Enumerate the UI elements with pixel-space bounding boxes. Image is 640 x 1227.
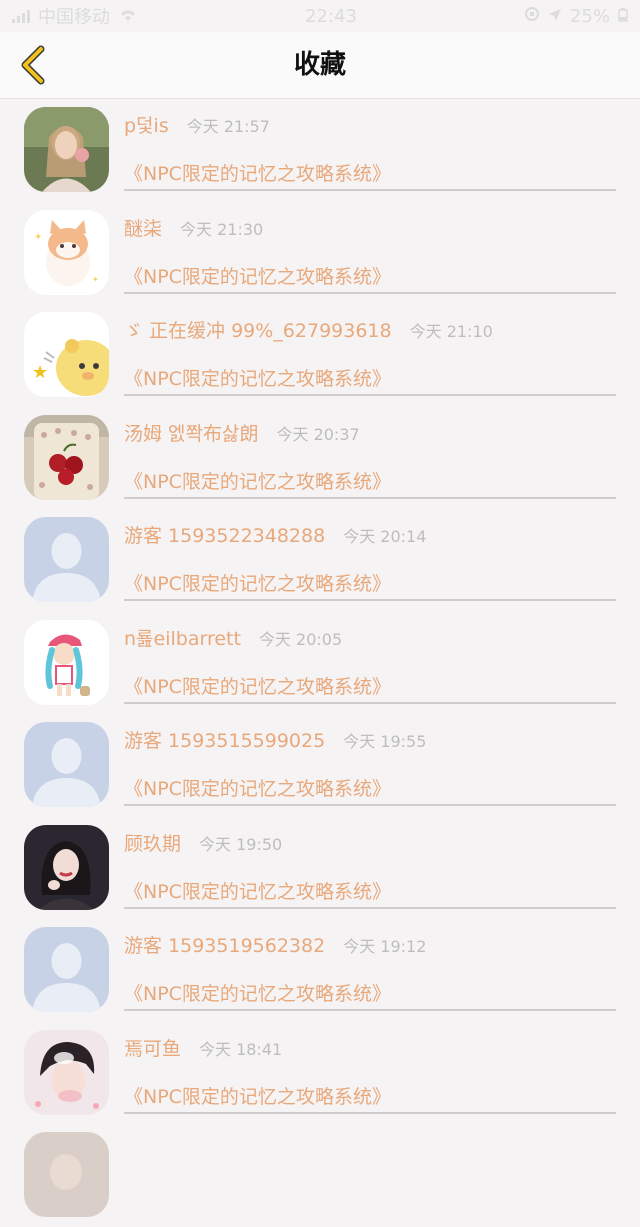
avatar[interactable]: ★ <box>24 312 109 397</box>
wifi-icon <box>118 6 138 27</box>
book-title[interactable]: 《NPC限定的记忆之攻略系统》 <box>124 364 616 396</box>
username[interactable]: 醚柒 <box>124 218 162 240</box>
book-title[interactable]: 《NPC限定的记忆之攻略系统》 <box>124 569 616 601</box>
list-item[interactable]: 游客 1593515599025 今天 19:55 《NPC限定的记忆之攻略系统》 <box>0 714 640 817</box>
battery-icon <box>618 6 628 27</box>
book-title[interactable]: 《NPC限定的记忆之攻略系统》 <box>124 159 616 191</box>
page-title: 收藏 <box>293 50 346 80</box>
item-meta: 游客 1593515599025 今天 19:55 <box>124 726 426 753</box>
username[interactable]: 游客 1593515599025 <box>124 730 325 752</box>
avatar[interactable] <box>24 414 109 500</box>
list-item[interactable]: 游客 1593519562382 今天 19:12 《NPC限定的记忆之攻略系统》 <box>0 919 640 1022</box>
item-meta: 顾玖期 今天 19:50 <box>124 829 282 856</box>
username[interactable]: 汤姆 엜쫙布삻朗 <box>124 423 258 445</box>
list-item[interactable]: ✦ ✦ 醚柒 今天 21:30 《NPC限定的记忆之攻略系统》 <box>0 202 640 305</box>
book-title[interactable]: 《NPC限定的记忆之攻略系统》 <box>124 979 616 1011</box>
svg-text:✦: ✦ <box>92 275 99 284</box>
username[interactable]: 焉可鱼 <box>124 1038 181 1060</box>
item-meta: p덫is 今天 21:57 <box>124 111 270 138</box>
avatar[interactable] <box>24 517 109 602</box>
avatar[interactable] <box>24 1029 109 1115</box>
item-meta: 汤姆 엜쫙布삻朗 今天 20:37 <box>124 419 360 446</box>
list-item[interactable]: 游客 1593522348288 今天 20:14 《NPC限定的记忆之攻略系统》 <box>0 509 640 612</box>
username[interactable]: p덫is <box>124 115 169 137</box>
list-item[interactable]: 汤姆 엜쫙布삻朗 今天 20:37 《NPC限定的记忆之攻略系统》 <box>0 407 640 510</box>
list-item[interactable]: 顾玖期 今天 19:50 《NPC限定的记忆之攻略系统》 <box>0 817 640 920</box>
book-title[interactable]: 《NPC限定的记忆之攻略系统》 <box>124 774 616 806</box>
list-item[interactable] <box>0 1124 640 1227</box>
list-item[interactable]: p덫is 今天 21:57 《NPC限定的记忆之攻略系统》 <box>0 99 640 202</box>
timestamp: 今天 21:57 <box>186 117 270 136</box>
item-meta: ゞ 正在缓冲 99%_627993618 今天 21:10 <box>124 316 493 343</box>
avatar[interactable] <box>24 927 109 1012</box>
item-meta: 游客 1593519562382 今天 19:12 <box>124 931 426 958</box>
svg-text:★: ★ <box>32 362 48 383</box>
timestamp: 今天 20:37 <box>276 424 360 444</box>
list-item[interactable]: 焉可鱼 今天 18:41 《NPC限定的记忆之攻略系统》 <box>0 1022 640 1125</box>
book-title[interactable]: 《NPC限定的记忆之攻略系统》 <box>124 262 616 294</box>
lock-rotation-icon <box>524 6 540 27</box>
timestamp: 今天 19:50 <box>199 834 283 854</box>
timestamp: 今天 21:10 <box>409 322 493 341</box>
username[interactable]: n룚eilbarrett <box>124 628 241 650</box>
book-title[interactable]: 《NPC限定的记忆之攻略系统》 <box>124 467 616 499</box>
item-meta: 游客 1593522348288 今天 20:14 <box>124 521 426 548</box>
list-item[interactable]: ★ ゞ 正在缓冲 99%_627993618 今天 21:10 《NPC限定的记忆… <box>0 304 640 407</box>
status-bar: 中国移动 22:43 25% <box>0 0 640 32</box>
book-title[interactable]: 《NPC限定的记忆之攻略系统》 <box>124 672 616 704</box>
timestamp: 今天 18:41 <box>199 1039 283 1059</box>
status-right: 25% <box>524 6 628 27</box>
username[interactable]: 游客 1593522348288 <box>124 525 325 547</box>
carrier-label: 中国移动 <box>38 7 110 28</box>
username[interactable]: ゞ 正在缓冲 99%_627993618 <box>124 320 392 342</box>
item-meta: 焉可鱼 今天 18:41 <box>124 1034 282 1061</box>
navigation-bar: 收藏 <box>0 32 640 99</box>
svg-text:✦: ✦ <box>34 232 42 243</box>
avatar[interactable] <box>24 107 109 192</box>
status-time: 22:43 <box>305 5 357 27</box>
avatar[interactable]: ✦ ✦ <box>24 209 109 295</box>
list-item[interactable]: n룚eilbarrett 今天 20:05 《NPC限定的记忆之攻略系统》 <box>0 612 640 715</box>
username[interactable]: 游客 1593519562382 <box>124 935 325 957</box>
timestamp: 今天 21:30 <box>180 219 264 239</box>
battery-percent: 25% <box>569 5 610 27</box>
item-meta: n룚eilbarrett 今天 20:05 <box>124 624 342 651</box>
timestamp: 今天 20:05 <box>258 629 343 649</box>
status-left: 中国移动 <box>12 3 138 29</box>
timestamp: 今天 19:55 <box>343 732 427 751</box>
book-title[interactable]: 《NPC限定的记忆之攻略系统》 <box>124 1082 616 1114</box>
signal-icon <box>12 9 30 23</box>
timestamp: 今天 19:12 <box>343 937 427 956</box>
item-meta: 醚柒 今天 21:30 <box>124 214 263 241</box>
book-title[interactable]: 《NPC限定的记忆之攻略系统》 <box>124 877 616 909</box>
location-icon <box>548 6 562 27</box>
timestamp: 今天 20:14 <box>343 527 427 546</box>
avatar[interactable] <box>24 1132 109 1217</box>
username[interactable]: 顾玖期 <box>124 833 181 855</box>
avatar[interactable] <box>24 619 109 705</box>
favorites-list: p덫is 今天 21:57 《NPC限定的记忆之攻略系统》 ✦ ✦ 醚柒 今天 21… <box>0 99 640 1227</box>
avatar[interactable] <box>24 722 109 807</box>
avatar[interactable] <box>24 824 109 910</box>
